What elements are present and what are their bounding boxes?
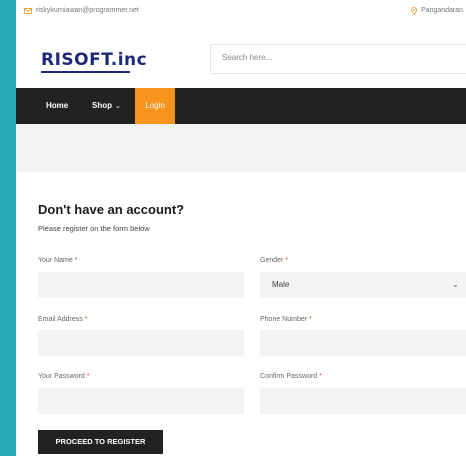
- logo-underline: [41, 71, 130, 73]
- name-label-text: Your Name: [38, 257, 73, 264]
- chevron-down-icon: ⌄: [115, 103, 121, 110]
- confirm-password-field[interactable]: [260, 388, 466, 414]
- password-label-text: Your Password: [38, 373, 85, 380]
- location-text: Pangandaran: [421, 7, 464, 14]
- logo-text: RISOFT.inc: [41, 50, 148, 70]
- page-title: Don't have an account?: [38, 202, 185, 217]
- name-field[interactable]: [38, 272, 244, 298]
- contact-email[interactable]: riskykurniawan@programmer.net: [24, 0, 139, 22]
- name-label: Your Name *: [38, 257, 77, 264]
- confirm-label-text: Confirm Password: [260, 373, 318, 380]
- email-text: riskykurniawan@programmer.net: [36, 7, 139, 14]
- chevron-down-icon: ⌄: [452, 280, 459, 289]
- gender-value: Male: [272, 280, 290, 289]
- search-input[interactable]: [222, 53, 452, 62]
- site-logo[interactable]: RISOFT.inc: [41, 50, 148, 73]
- required-mark: *: [319, 373, 322, 380]
- password-field[interactable]: [38, 388, 244, 414]
- required-mark: *: [86, 373, 90, 380]
- top-bar: riskykurniawan@programmer.net Pangandara…: [16, 0, 466, 23]
- search-box[interactable]: [210, 44, 466, 74]
- required-mark: *: [84, 316, 88, 323]
- phone-label: Phone Number *: [260, 316, 312, 323]
- email-label: Email Address *: [38, 316, 87, 323]
- register-section: Don't have an account? Please register o…: [16, 172, 466, 456]
- nav-home[interactable]: Home: [46, 88, 68, 124]
- gender-label: Gender *: [260, 257, 288, 264]
- gender-label-text: Gender: [260, 257, 284, 264]
- register-button[interactable]: PROCEED TO REGISTER: [38, 430, 163, 454]
- email-field[interactable]: [38, 330, 244, 356]
- required-mark: *: [74, 257, 78, 264]
- contact-location: Pangandaran: [411, 0, 463, 22]
- email-label-text: Email Address: [38, 316, 83, 323]
- confirm-password-label: Confirm Password *: [260, 373, 322, 380]
- page-subtitle: Please register on the form below: [38, 224, 150, 233]
- nav-shop-label: Shop: [92, 101, 112, 110]
- gender-select[interactable]: Male ⌄: [260, 272, 466, 298]
- map-pin-icon: [411, 7, 417, 15]
- required-mark: *: [309, 316, 312, 323]
- phone-label-text: Phone Number: [260, 316, 308, 323]
- nav-shop[interactable]: Shop ⌄: [92, 88, 121, 124]
- nav-login[interactable]: Login: [135, 88, 175, 124]
- page-banner: [16, 124, 466, 172]
- main-nav: Home Shop ⌄ Login: [16, 88, 466, 124]
- mail-icon: [24, 8, 32, 14]
- password-label: Your Password *: [38, 373, 90, 380]
- page: riskykurniawan@programmer.net Pangandara…: [16, 0, 466, 456]
- required-mark: *: [285, 257, 289, 264]
- phone-field[interactable]: [260, 330, 466, 356]
